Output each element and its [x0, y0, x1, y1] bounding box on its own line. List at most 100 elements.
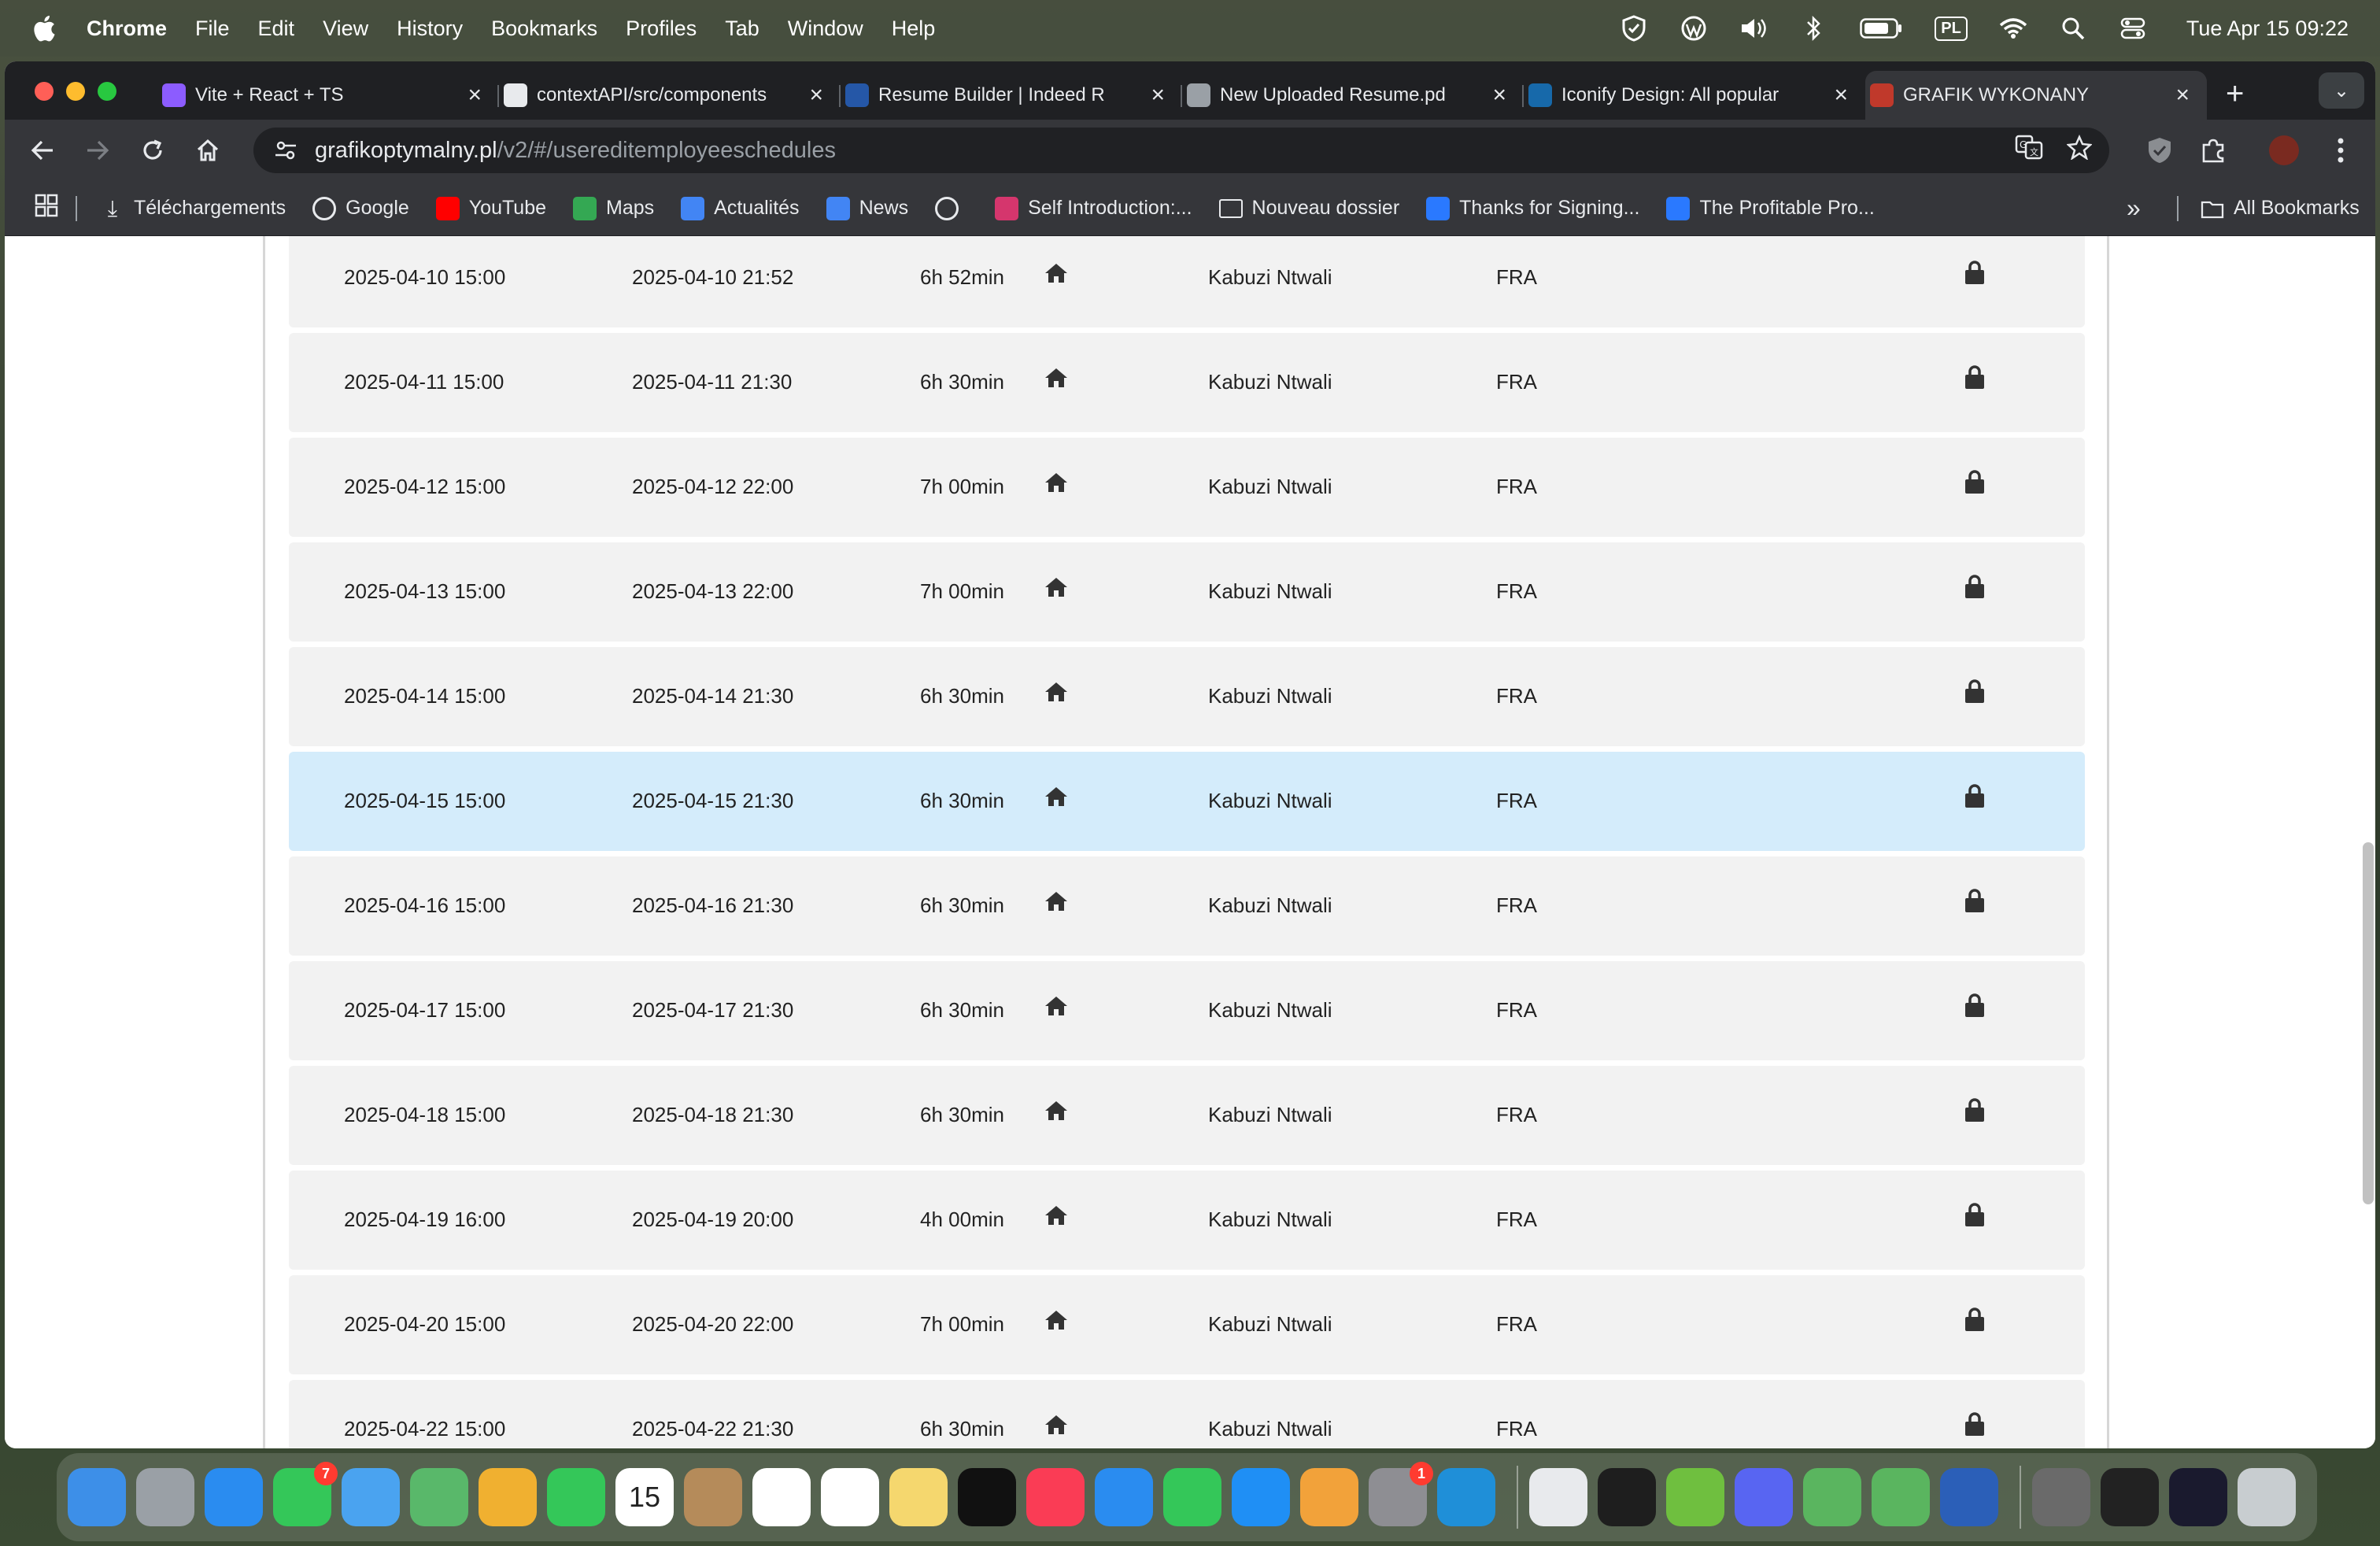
menu-bookmarks[interactable]: Bookmarks: [491, 17, 597, 41]
lock-icon[interactable]: [1964, 1097, 1986, 1123]
vscode-icon[interactable]: [1437, 1468, 1495, 1526]
bookmark-item[interactable]: Maps: [573, 196, 654, 220]
messages-icon[interactable]: 7: [273, 1462, 338, 1526]
menu-edit[interactable]: Edit: [258, 17, 295, 41]
window-thumb-2-icon[interactable]: [2169, 1468, 2227, 1526]
bookmark-item[interactable]: Google: [312, 196, 409, 220]
volume-icon[interactable]: [1739, 14, 1768, 43]
launchpad-icon[interactable]: [136, 1468, 194, 1526]
tab-close-icon[interactable]: ×: [809, 82, 823, 109]
pages-icon[interactable]: [1300, 1468, 1358, 1526]
site-info-icon[interactable]: [272, 137, 299, 164]
terminal-icon[interactable]: [1598, 1468, 1656, 1526]
more-bookmarks-icon[interactable]: »: [2127, 194, 2141, 223]
contacts-icon[interactable]: [684, 1468, 742, 1526]
spotlight-search-icon[interactable]: [2059, 14, 2087, 43]
document-thumb-icon[interactable]: [2032, 1468, 2090, 1526]
tab-close-icon[interactable]: ×: [1492, 82, 1506, 109]
bookmark-item[interactable]: News: [826, 196, 908, 220]
lock-icon[interactable]: [1964, 679, 1986, 704]
menu-file[interactable]: File: [195, 17, 230, 41]
schedule-row[interactable]: 2025-04-16 15:00 2025-04-16 21:30 6h 30min…: [289, 856, 2085, 956]
notes-icon[interactable]: [889, 1468, 948, 1526]
page-viewport[interactable]: 2025-04-10 15:00 2025-04-10 21:52 6h 52min…: [5, 236, 2375, 1448]
word-icon[interactable]: [1940, 1468, 1998, 1526]
bookmark-item[interactable]: Thanks for Signing...: [1426, 196, 1639, 220]
schedule-row[interactable]: 2025-04-12 15:00 2025-04-12 22:00 7h 00min…: [289, 438, 2085, 537]
bookmark-item[interactable]: Nouveau dossier: [1218, 197, 1399, 220]
wordpress-status-icon[interactable]: [1680, 14, 1708, 43]
calendar-icon[interactable]: 15: [615, 1468, 674, 1526]
lock-icon[interactable]: [1964, 574, 1986, 599]
zoom-window-button[interactable]: [98, 82, 116, 101]
facetime-icon[interactable]: [547, 1468, 605, 1526]
lock-icon[interactable]: [1964, 783, 1986, 808]
bookmark-item[interactable]: The Profitable Pro...: [1666, 196, 1875, 220]
wifi-icon[interactable]: [1999, 14, 2027, 43]
bookmark-item[interactable]: [935, 196, 968, 220]
menu-app-name[interactable]: Chrome: [87, 17, 167, 41]
utorrent-icon[interactable]: [1666, 1468, 1724, 1526]
finder-icon[interactable]: [68, 1468, 126, 1526]
profile-avatar[interactable]: [2264, 130, 2304, 171]
shield-app-icon[interactable]: [1803, 1468, 1861, 1526]
discord-icon[interactable]: [1735, 1468, 1793, 1526]
music-icon[interactable]: [1026, 1468, 1085, 1526]
lock-icon[interactable]: [1964, 1411, 1986, 1437]
tab-close-icon[interactable]: ×: [2175, 82, 2190, 109]
tab-3[interactable]: New Uploaded Resume.pd ×: [1182, 71, 1524, 120]
safari-icon[interactable]: [205, 1468, 263, 1526]
schedule-row[interactable]: 2025-04-13 15:00 2025-04-13 22:00 7h 00min…: [289, 542, 2085, 642]
mail-icon[interactable]: [342, 1468, 400, 1526]
schedule-row[interactable]: 2025-04-18 15:00 2025-04-18 21:30 6h 30min…: [289, 1066, 2085, 1165]
lock-icon[interactable]: [1964, 993, 1986, 1018]
chrome-icon[interactable]: [1529, 1468, 1587, 1526]
bookmark-star-icon[interactable]: [2066, 134, 2093, 166]
tab-0[interactable]: Vite + React + TS ×: [157, 71, 499, 120]
close-window-button[interactable]: [35, 82, 54, 101]
tab-1[interactable]: contextAPI/src/components ×: [499, 71, 841, 120]
reload-button[interactable]: [132, 130, 173, 171]
schedule-row[interactable]: 2025-04-17 15:00 2025-04-17 21:30 6h 30min…: [289, 961, 2085, 1060]
shield-app-2-icon[interactable]: [1872, 1468, 1930, 1526]
settings-icon[interactable]: 1: [1369, 1462, 1433, 1526]
chrome-menu-icon[interactable]: [2320, 130, 2361, 171]
schedule-row[interactable]: 2025-04-19 16:00 2025-04-19 20:00 4h 00min…: [289, 1171, 2085, 1270]
bluetooth-icon[interactable]: [1799, 14, 1828, 43]
schedule-row[interactable]: 2025-04-14 15:00 2025-04-14 21:30 6h 30min…: [289, 647, 2085, 746]
numbers-icon[interactable]: [1163, 1468, 1221, 1526]
menu-profiles[interactable]: Profiles: [626, 17, 697, 41]
new-tab-button[interactable]: +: [2226, 76, 2244, 112]
shield-status-icon[interactable]: [1620, 14, 1648, 43]
schedule-row[interactable]: 2025-04-22 15:00 2025-04-22 21:30 6h 30min…: [289, 1380, 2085, 1448]
apps-grid-icon[interactable]: [35, 194, 58, 223]
lock-icon[interactable]: [1964, 260, 1986, 285]
back-button[interactable]: [22, 130, 63, 171]
keynote-icon[interactable]: [1095, 1468, 1153, 1526]
bookmark-item[interactable]: Self Introduction:...: [995, 196, 1192, 220]
schedule-row[interactable]: 2025-04-11 15:00 2025-04-11 21:30 6h 30min…: [289, 333, 2085, 432]
tv-icon[interactable]: [958, 1468, 1016, 1526]
menubar-clock[interactable]: Tue Apr 15 09:22: [2186, 17, 2349, 41]
schedule-row[interactable]: 2025-04-10 15:00 2025-04-10 21:52 6h 52min…: [289, 236, 2085, 327]
menu-view[interactable]: View: [323, 17, 368, 41]
lock-icon[interactable]: [1964, 1202, 1986, 1227]
lock-icon[interactable]: [1964, 364, 1986, 390]
home-button[interactable]: [187, 130, 228, 171]
bookmark-item[interactable]: Actualités: [681, 196, 800, 220]
extensions-puzzle-icon[interactable]: [2193, 130, 2234, 171]
menu-help[interactable]: Help: [892, 17, 936, 41]
tab-4[interactable]: Iconify Design: All popular ×: [1524, 71, 1865, 120]
tab-2[interactable]: Resume Builder | Indeed R ×: [841, 71, 1182, 120]
all-bookmarks[interactable]: All Bookmarks: [2201, 197, 2360, 220]
schedule-row-today[interactable]: 2025-04-15 15:00 2025-04-15 21:30 6h 30min…: [289, 752, 2085, 851]
tab-close-icon[interactable]: ×: [1834, 82, 1848, 109]
control-center-icon[interactable]: [2119, 14, 2147, 43]
trash-icon[interactable]: [2238, 1468, 2296, 1526]
bookmark-item[interactable]: YouTube: [435, 196, 546, 220]
tab-close-icon[interactable]: ×: [1151, 82, 1165, 109]
freeform-icon[interactable]: [821, 1468, 879, 1526]
maps-icon[interactable]: [410, 1468, 468, 1526]
tab-close-icon[interactable]: ×: [468, 82, 482, 109]
menu-tab[interactable]: Tab: [725, 17, 759, 41]
